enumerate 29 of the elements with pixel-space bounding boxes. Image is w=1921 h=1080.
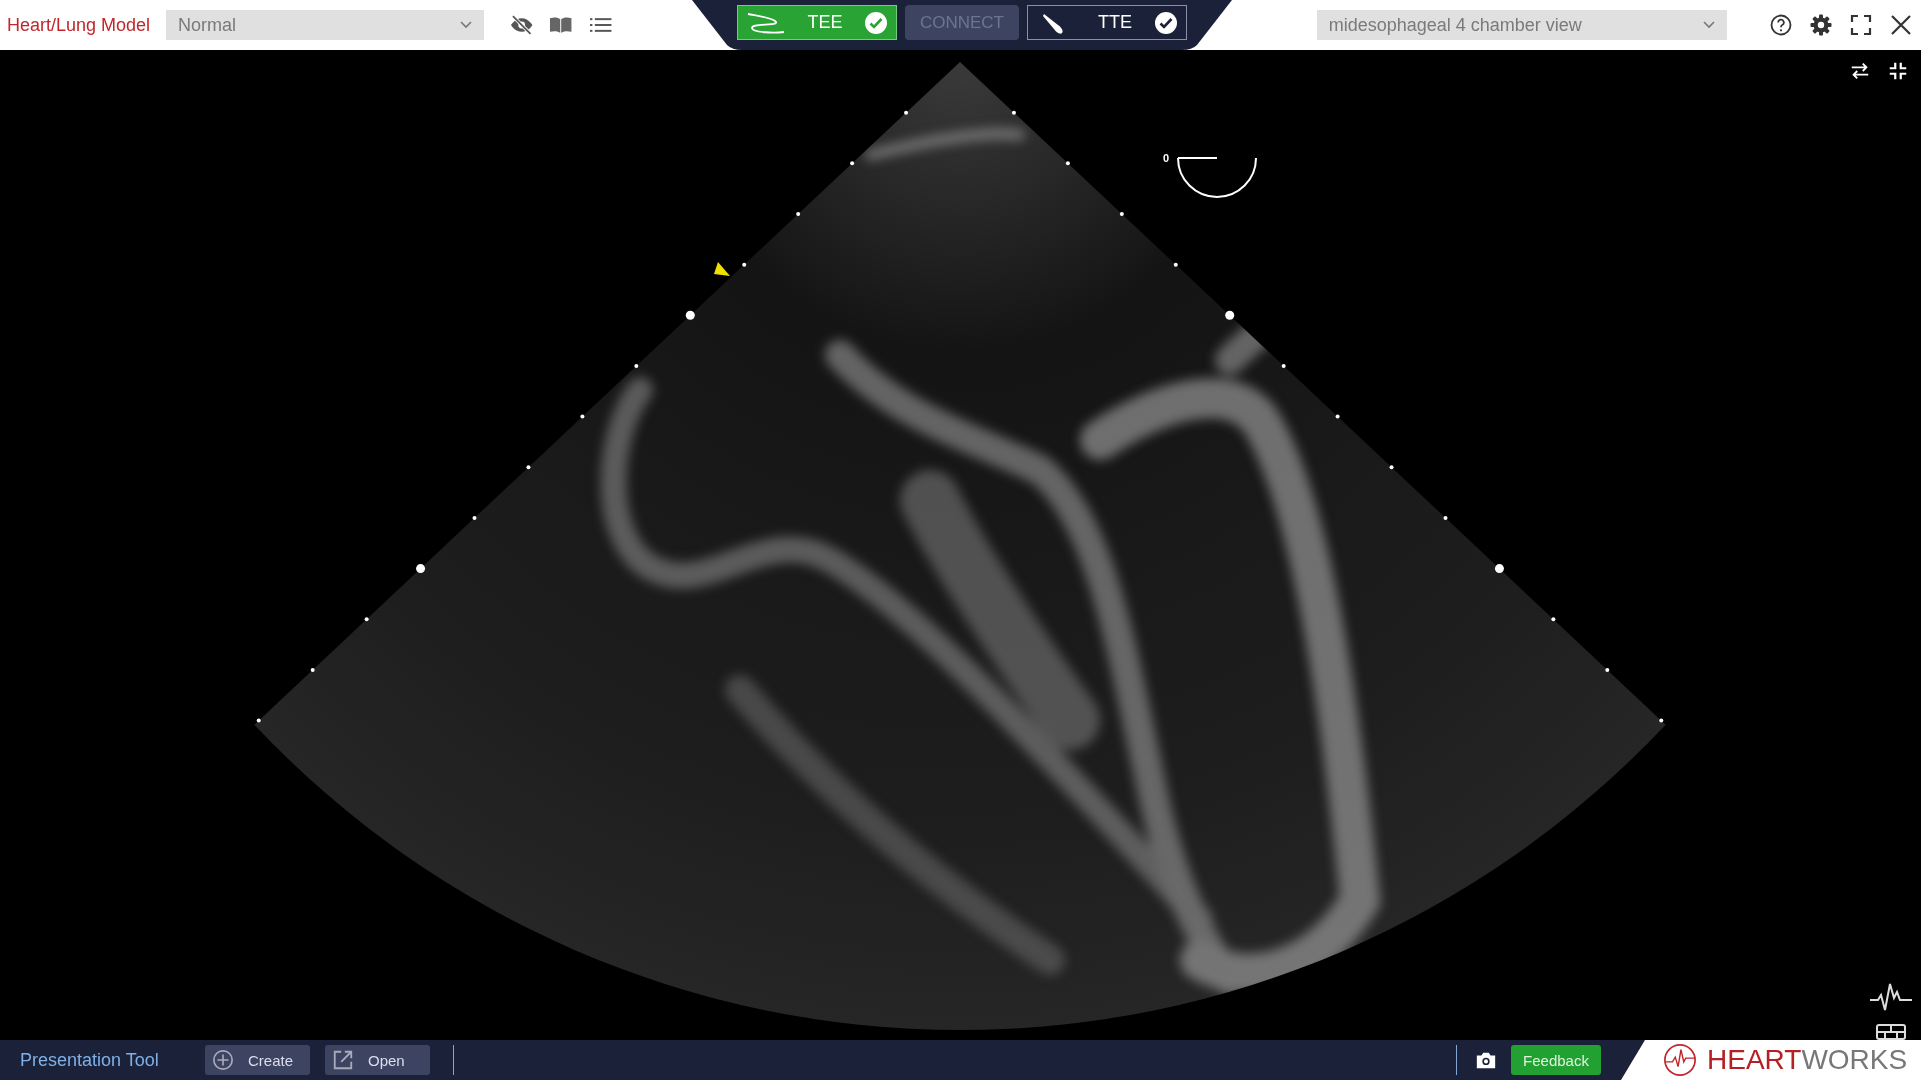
presentation-tool-title: Presentation Tool (20, 1049, 160, 1071)
open-button[interactable]: Open (325, 1045, 430, 1075)
close-icon[interactable] (1889, 13, 1913, 37)
swap-icon[interactable] (1849, 60, 1871, 82)
fullscreen-icon[interactable] (1849, 13, 1873, 37)
external-link-icon (332, 1049, 354, 1071)
settings-icon[interactable] (1809, 13, 1833, 37)
ecg-waveform-icon[interactable] (1869, 982, 1913, 1012)
panel-layout-icon[interactable] (1876, 1024, 1906, 1040)
app-title: Heart/Lung Model (7, 14, 152, 36)
view-dropdown[interactable]: midesophageal 4 chamber view (1316, 10, 1727, 40)
exit-fullscreen-icon[interactable] (1887, 60, 1909, 82)
eye-off-icon[interactable] (509, 13, 534, 37)
angle-indicator-icon (1177, 157, 1257, 198)
camera-icon[interactable] (1475, 1050, 1497, 1070)
angle-value: 0 (1163, 152, 1170, 164)
condition-dropdown[interactable]: Normal (166, 10, 484, 40)
plus-circle-icon (212, 1049, 234, 1071)
feedback-button[interactable]: Feedback (1511, 1045, 1601, 1075)
tee-probe-icon (745, 10, 786, 35)
heart-ecg-logo-icon (1663, 1043, 1697, 1077)
help-icon[interactable] (1769, 13, 1793, 37)
probe-button[interactable]: TTE (1026, 5, 1187, 40)
marker-triangle-icon (714, 262, 730, 276)
chevron-down-icon (459, 21, 472, 29)
chevron-down-icon (1703, 21, 1715, 29)
probe-button[interactable]: TEE (736, 5, 897, 40)
brand-wordmark: HEARTWORKS (1707, 1044, 1908, 1076)
create-button[interactable]: Create (205, 1045, 310, 1075)
